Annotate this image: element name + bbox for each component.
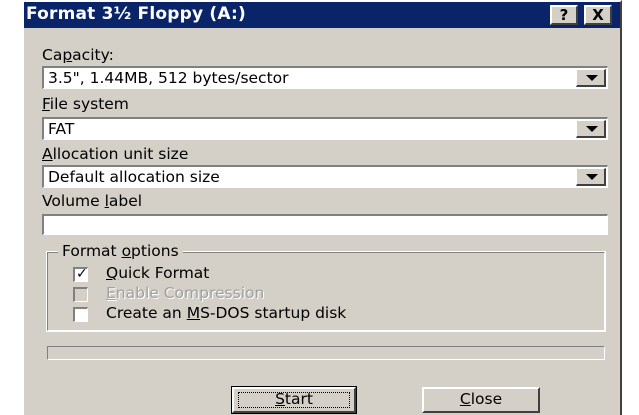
help-button[interactable]: ? [550,5,578,25]
quick-format-checkbox[interactable]: ✓ [73,266,88,282]
capacity-value: 3.5", 1.44MB, 512 bytes/sector [48,69,289,87]
start-button[interactable]: Start [231,386,357,414]
title-bar[interactable]: Format 3½ Floppy (A:) ? X [24,2,620,28]
allocation-select[interactable]: Default allocation size [42,165,608,188]
close-icon: X [592,6,604,24]
chevron-down-icon[interactable] [576,69,606,87]
startup-disk-checkbox[interactable] [73,307,88,322]
file-system-value: FAT [48,120,75,138]
checkmark-icon: ✓ [76,266,88,282]
close-button[interactable]: Close [422,387,540,413]
capacity-select[interactable]: 3.5", 1.44MB, 512 bytes/sector [42,66,608,89]
chevron-down-icon[interactable] [576,120,606,138]
format-progress-bar [47,346,605,360]
enable-compression-label: Enable Compression [106,284,265,302]
capacity-label: Capacity: [42,46,114,64]
format-dialog: Format 3½ Floppy (A:) ? X Capacity: 3.5"… [22,0,622,415]
chevron-down-icon[interactable] [576,168,606,186]
allocation-label: Allocation unit size [42,145,189,163]
file-system-label: File system [42,95,129,113]
volume-label-input[interactable] [42,214,608,235]
enable-compression-checkbox [73,287,88,302]
file-system-select[interactable]: FAT [42,117,608,140]
close-window-button[interactable]: X [584,5,612,25]
format-options-label: Format options [58,242,183,260]
allocation-value: Default allocation size [48,168,220,186]
focus-rect [238,392,350,408]
startup-disk-label[interactable]: Create an MS-DOS startup disk [106,304,346,322]
volume-label-label: Volume label [42,192,143,210]
help-icon: ? [559,6,569,24]
quick-format-label[interactable]: Quick Format [106,264,209,282]
window-title: Format 3½ Floppy (A:) [26,4,247,24]
